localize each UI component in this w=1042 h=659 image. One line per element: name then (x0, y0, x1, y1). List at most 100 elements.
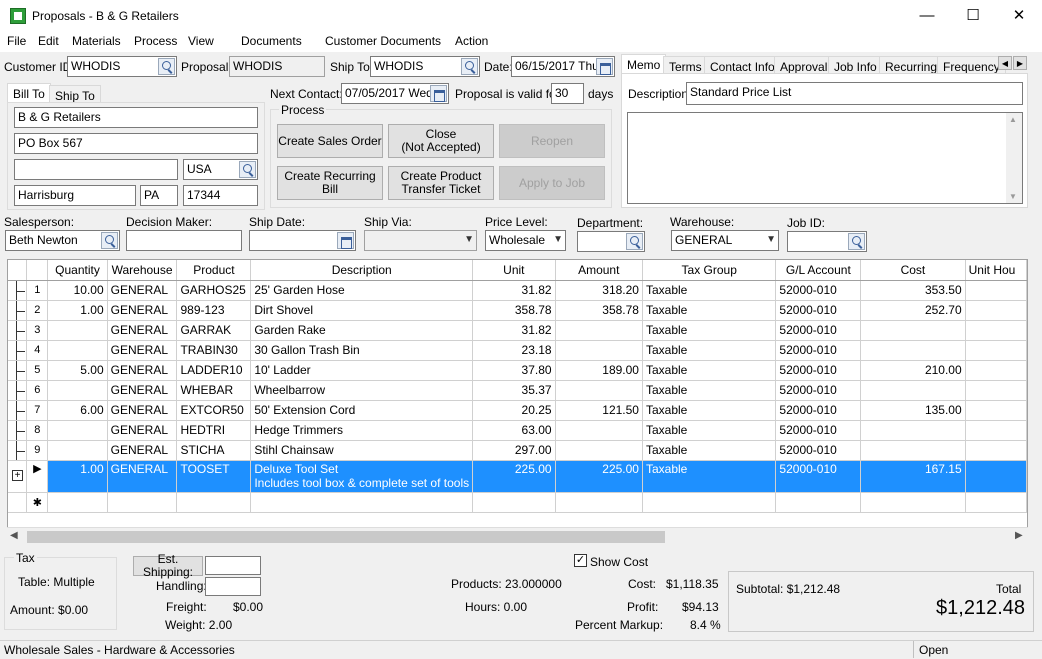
grid-horizontal-scrollbar[interactable]: ◀ ▶ (7, 527, 1028, 545)
row-header[interactable]: 8 (26, 420, 49, 441)
row-header[interactable]: 1 (26, 280, 49, 301)
cell-amount[interactable] (555, 420, 643, 441)
lookup-icon[interactable] (626, 233, 643, 250)
price-level-select[interactable]: Wholesale ▼ (485, 230, 566, 251)
cell-tax-group[interactable]: Taxable (642, 300, 777, 321)
cell-warehouse[interactable]: GENERAL (107, 380, 178, 401)
calendar-icon[interactable] (596, 58, 613, 75)
cell-unit-hours[interactable] (965, 440, 1027, 461)
col-description[interactable]: Description (250, 260, 474, 281)
cell-unit-hours[interactable] (965, 380, 1027, 401)
cell-description[interactable]: 10' Ladder (250, 360, 474, 381)
cell-warehouse[interactable]: GENERAL (107, 280, 178, 301)
cell-product[interactable]: LADDER10 (176, 360, 252, 381)
cell-quantity[interactable]: 10.00 (47, 280, 108, 301)
cell-tax-group[interactable]: Taxable (642, 360, 777, 381)
cell-product[interactable]: TOOSET (176, 460, 252, 493)
proposal-field[interactable]: WHODIS (229, 56, 325, 77)
department-field[interactable] (577, 231, 645, 252)
cell-quantity[interactable] (47, 320, 108, 341)
cell-warehouse[interactable]: GENERAL (107, 460, 178, 493)
cell-quantity[interactable]: 5.00 (47, 360, 108, 381)
cell-warehouse[interactable]: GENERAL (107, 360, 178, 381)
lookup-icon[interactable] (158, 58, 175, 75)
lookup-icon[interactable] (239, 161, 256, 178)
cell-warehouse[interactable]: GENERAL (107, 420, 178, 441)
cell-tax-group[interactable]: Taxable (642, 420, 777, 441)
cell-quantity[interactable]: 6.00 (47, 400, 108, 421)
menu-process[interactable]: Process (134, 34, 177, 48)
cell-warehouse[interactable]: GENERAL (107, 300, 178, 321)
cell-unit[interactable]: 31.82 (472, 320, 556, 341)
cell-amount[interactable] (555, 440, 643, 461)
cell-amount[interactable]: 189.00 (555, 360, 643, 381)
scroll-thumb[interactable] (27, 531, 665, 543)
col-gl-account[interactable]: G/L Account (775, 260, 862, 281)
table-row[interactable]: 8 GENERAL HEDTRI Hedge Trimmers 63.00 Taxable… (8, 420, 1027, 441)
cell-product[interactable]: 989-123 (176, 300, 252, 321)
cell-cost[interactable]: 353.50 (860, 280, 966, 301)
cell-unit[interactable]: 225.00 (472, 460, 556, 493)
expand-row-icon[interactable]: + (8, 460, 28, 493)
address-line2-field[interactable] (14, 159, 178, 180)
row-header[interactable]: 4 (26, 340, 49, 361)
cell-tax-group[interactable]: Taxable (642, 380, 777, 401)
table-row[interactable]: 4 GENERAL TRABIN30 30 Gallon Trash Bin 23.18… (8, 340, 1027, 361)
row-header[interactable]: ▶ (26, 460, 49, 493)
cell-gl-account[interactable]: 52000-010 (775, 380, 862, 401)
address-name-field[interactable]: B & G Retailers (14, 107, 258, 128)
cell-cost[interactable]: 210.00 (860, 360, 966, 381)
new-row-cell[interactable] (107, 492, 178, 513)
cell-product[interactable]: GARHOS25 (176, 280, 252, 301)
memo-notes-field[interactable] (627, 112, 1023, 204)
calendar-icon[interactable] (430, 85, 447, 102)
table-row[interactable]: 7 6.00 GENERAL EXTCOR50 50' Extension Cord 20… (8, 400, 1027, 421)
create-sales-order-button[interactable]: Create Sales Order (277, 124, 383, 158)
cell-unit-hours[interactable] (965, 300, 1027, 321)
cell-product[interactable]: WHEBAR (176, 380, 252, 401)
close-not-accepted-button[interactable]: Close (Not Accepted) (388, 124, 494, 158)
scroll-up-icon[interactable]: ▲ (1009, 115, 1017, 124)
cell-unit[interactable]: 37.80 (472, 360, 556, 381)
lookup-icon[interactable] (848, 233, 865, 250)
cell-amount[interactable] (555, 380, 643, 401)
cell-description[interactable]: Hedge Trimmers (250, 420, 474, 441)
lookup-icon[interactable] (461, 58, 478, 75)
cell-unit-hours[interactable] (965, 320, 1027, 341)
col-unit[interactable]: Unit (472, 260, 556, 281)
tab-memo[interactable]: Memo (621, 54, 667, 75)
minimize-button[interactable]: — (904, 0, 950, 32)
cell-amount[interactable] (555, 340, 643, 361)
menu-materials[interactable]: Materials (72, 34, 121, 48)
job-id-field[interactable] (787, 231, 867, 252)
cell-amount[interactable]: 358.78 (555, 300, 643, 321)
tab-scroll-left-icon[interactable]: ◀ (998, 56, 1012, 70)
create-recurring-bill-button[interactable]: Create Recurring Bill (277, 166, 383, 200)
menu-customer-documents[interactable]: Customer Documents (325, 34, 441, 48)
cell-quantity[interactable]: 1.00 (47, 300, 108, 321)
cell-warehouse[interactable]: GENERAL (107, 400, 178, 421)
cell-cost[interactable]: 135.00 (860, 400, 966, 421)
show-cost-checkbox[interactable]: ✓ (574, 554, 587, 567)
cell-gl-account[interactable]: 52000-010 (775, 420, 862, 441)
create-transfer-ticket-button[interactable]: Create Product Transfer Ticket (388, 166, 494, 200)
decision-maker-field[interactable] (126, 230, 242, 251)
cell-description[interactable]: Wheelbarrow (250, 380, 474, 401)
description-field[interactable]: Standard Price List (686, 82, 1023, 105)
cell-quantity[interactable] (47, 440, 108, 461)
new-row-cell[interactable] (642, 492, 777, 513)
cell-warehouse[interactable]: GENERAL (107, 320, 178, 341)
table-row[interactable]: 3 GENERAL GARRAK Garden Rake 31.82 Taxable 520… (8, 320, 1027, 341)
row-header[interactable]: 2 (26, 300, 49, 321)
cell-description[interactable]: 25' Garden Hose (250, 280, 474, 301)
reopen-button[interactable]: Reopen (499, 124, 605, 158)
scroll-right-icon[interactable]: ▶ (1015, 530, 1023, 541)
cell-quantity[interactable] (47, 380, 108, 401)
table-row[interactable]: 6 GENERAL WHEBAR Wheelbarrow 35.37 Taxable 520… (8, 380, 1027, 401)
tab-scroll-right-icon[interactable]: ▶ (1013, 56, 1027, 70)
cell-gl-account[interactable]: 52000-010 (775, 280, 862, 301)
new-row-cell[interactable] (775, 492, 862, 513)
customer-id-field[interactable]: WHODIS (67, 56, 177, 77)
cell-quantity[interactable]: 1.00 (47, 460, 108, 493)
row-header[interactable]: 5 (26, 360, 49, 381)
